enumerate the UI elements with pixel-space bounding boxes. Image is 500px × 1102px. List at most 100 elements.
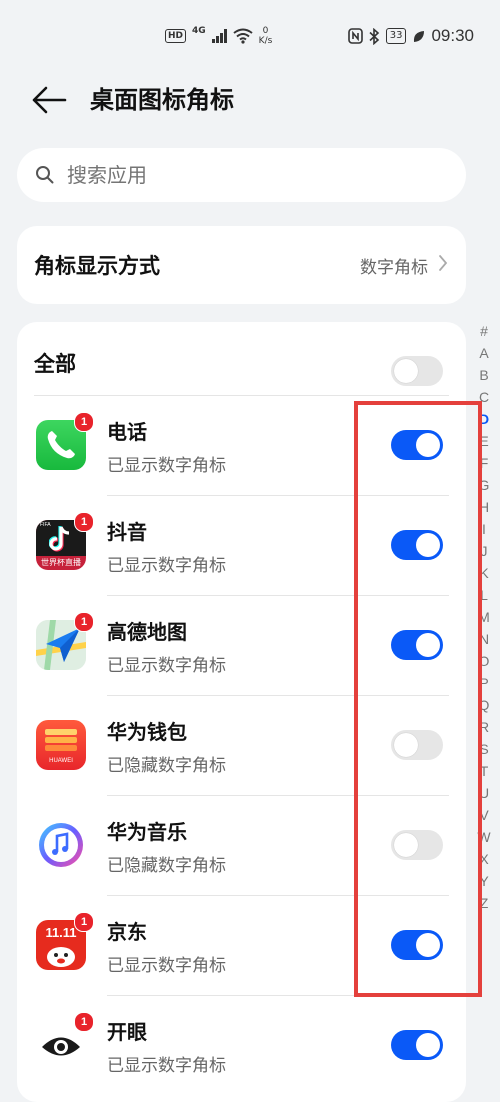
icon-caption: 世界杯直播 [41, 558, 81, 567]
header: 桌面图标角标 [0, 70, 500, 130]
index-letter[interactable]: G [476, 474, 492, 496]
jd-dog-icon [47, 947, 75, 967]
icon-caption: HUAWEI [49, 758, 73, 764]
page-title: 桌面图标角标 [90, 86, 234, 114]
app-name: 抖音 [107, 520, 147, 544]
app-row-douyin: FIFA 世界杯直播 1 抖音 已显示数字角标 [17, 496, 466, 596]
search-bar[interactable] [17, 148, 466, 202]
badge-mode-row[interactable]: 角标显示方式 数字角标 [17, 226, 466, 304]
wallet-card-stripe [45, 737, 77, 743]
tiktok-note-icon [49, 526, 70, 552]
toggle-knob [394, 733, 418, 757]
toggle-knob [416, 1033, 440, 1057]
all-toggle[interactable] [391, 356, 443, 386]
index-letter[interactable]: R [476, 716, 492, 738]
notification-badge: 1 [74, 612, 94, 632]
app-badge-toggle[interactable] [391, 930, 443, 960]
index-letter[interactable]: E [476, 430, 492, 452]
index-letter[interactable]: Z [476, 892, 492, 914]
network-type: 4G [192, 26, 206, 36]
app-name: 电话 [107, 420, 147, 444]
leaf-icon [414, 30, 425, 42]
index-letter[interactable]: J [476, 540, 492, 562]
status-bar: HD 4G 0 K/s 33 09:30 [0, 0, 500, 70]
index-letter[interactable]: I [476, 518, 492, 540]
toggle-knob [394, 359, 418, 383]
index-letter[interactable]: C [476, 386, 492, 408]
index-letter[interactable]: U [476, 782, 492, 804]
battery-icon: 33 [385, 28, 407, 44]
wallet-card-stripe [45, 729, 77, 735]
app-badge-status: 已显示数字角标 [107, 556, 226, 576]
badge-mode-value: 数字角标 [360, 258, 428, 278]
signal-icon [211, 29, 227, 43]
search-input[interactable] [67, 148, 447, 202]
app-row-amap: 1 高德地图 已显示数字角标 [17, 596, 466, 696]
index-letter[interactable]: N [476, 628, 492, 650]
back-arrow-icon[interactable] [30, 82, 70, 118]
app-badge-status: 已隐藏数字角标 [107, 756, 226, 776]
index-letter[interactable]: A [476, 342, 492, 364]
index-letter[interactable]: P [476, 672, 492, 694]
app-name: 开眼 [107, 1020, 147, 1044]
index-letter[interactable]: H [476, 496, 492, 518]
index-letter[interactable]: M [476, 606, 492, 628]
index-letter[interactable]: # [476, 320, 492, 342]
notification-badge: 1 [74, 912, 94, 932]
index-letter[interactable]: W [476, 826, 492, 848]
app-badge-status: 已显示数字角标 [107, 656, 226, 676]
status-bar-center: HD 4G 0 K/s [165, 26, 272, 46]
index-letter[interactable]: K [476, 562, 492, 584]
app-name: 华为钱包 [107, 720, 187, 744]
badge-mode-label: 角标显示方式 [34, 254, 160, 278]
index-letter[interactable]: S [476, 738, 492, 760]
app-badge-toggle[interactable] [391, 730, 443, 760]
index-letter[interactable]: Q [476, 694, 492, 716]
wallet-card-stripe [45, 745, 77, 751]
index-letter[interactable]: T [476, 760, 492, 782]
app-row-phone: 1 电话 已显示数字角标 [17, 396, 466, 496]
index-letter[interactable]: F [476, 452, 492, 474]
net-speed: 0 K/s [258, 26, 273, 46]
clock: 09:30 [431, 26, 474, 45]
huawei-music-app-icon [36, 820, 86, 870]
app-row-huawei-wallet: HUAWEI 华为钱包 已隐藏数字角标 [17, 696, 466, 796]
app-badge-status: 已显示数字角标 [107, 1056, 226, 1076]
toggle-knob [416, 533, 440, 557]
app-badge-toggle[interactable] [391, 830, 443, 860]
app-badge-status: 已显示数字角标 [107, 956, 226, 976]
huawei-wallet-app-icon: HUAWEI [36, 720, 86, 770]
alphabet-index[interactable]: # A B C D E F G H I J K L M N O P Q R S T U V W X Y Z [476, 320, 492, 914]
app-badge-status: 已显示数字角标 [107, 456, 226, 476]
toggle-knob [394, 833, 418, 857]
app-row-jd: 11.11 1 京东 已显示数字角标 [17, 896, 466, 996]
app-list-card: 全部 1 电话 已显示数字角标 FIFA 世界杯直播 1 抖音 已显示数字角标 [17, 322, 466, 1102]
notification-badge: 1 [74, 1012, 94, 1032]
status-bar-right: 33 09:30 [347, 26, 474, 46]
index-letter[interactable]: O [476, 650, 492, 672]
app-badge-toggle[interactable] [391, 530, 443, 560]
toggle-knob [416, 933, 440, 957]
wifi-icon [233, 28, 253, 44]
hd-icon: HD [165, 29, 187, 43]
chevron-right-icon [439, 255, 448, 271]
notification-badge: 1 [74, 512, 94, 532]
index-letter[interactable]: L [476, 584, 492, 606]
all-label: 全部 [34, 352, 76, 376]
app-badge-toggle[interactable] [391, 630, 443, 660]
index-letter[interactable]: X [476, 848, 492, 870]
index-letter[interactable]: B [476, 364, 492, 386]
index-letter[interactable]: V [476, 804, 492, 826]
toggle-knob [416, 433, 440, 457]
app-badge-toggle[interactable] [391, 1030, 443, 1060]
app-name: 华为音乐 [107, 820, 187, 844]
bluetooth-icon [369, 27, 379, 45]
app-badge-status: 已隐藏数字角标 [107, 856, 226, 876]
index-letter[interactable]: D [476, 408, 492, 430]
app-name: 京东 [107, 920, 147, 944]
search-icon [36, 166, 54, 184]
app-badge-toggle[interactable] [391, 430, 443, 460]
app-row-huawei-music: 华为音乐 已隐藏数字角标 [17, 796, 466, 896]
index-letter[interactable]: Y [476, 870, 492, 892]
nfc-icon [347, 28, 363, 44]
